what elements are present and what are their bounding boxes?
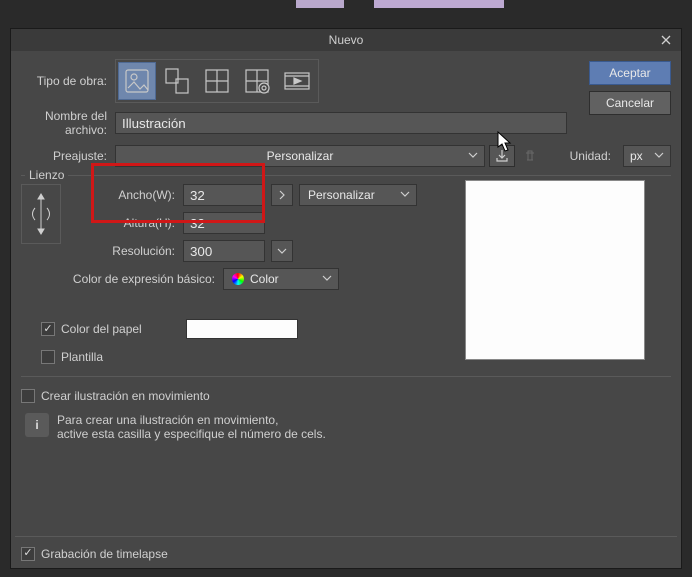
color-mode-label: Color de expresión básico: — [67, 272, 217, 286]
color-wheel-icon — [232, 273, 244, 285]
animation-help-1: Para crear una ilustración en movimiento… — [57, 413, 326, 427]
canvas-legend: Lienzo — [25, 168, 68, 182]
close-icon[interactable] — [657, 31, 675, 49]
template-checkbox[interactable] — [41, 350, 55, 364]
chevron-down-icon — [400, 188, 410, 202]
cancel-button[interactable]: Cancelar — [589, 91, 671, 115]
canvas-preset-value: Personalizar — [308, 188, 375, 202]
preset-value: Personalizar — [267, 149, 334, 163]
canvas-preview — [465, 180, 645, 360]
width-label: Ancho(W): — [67, 188, 177, 202]
canvas-preset-select[interactable]: Personalizar — [299, 184, 417, 206]
ok-button[interactable]: Aceptar — [589, 61, 671, 85]
orientation-toggle[interactable] — [21, 184, 61, 244]
chevron-down-icon — [654, 149, 664, 163]
height-label: Altura(H): — [67, 216, 177, 230]
filename-label: Nombre del archivo: — [21, 109, 115, 137]
timelapse-checkbox[interactable] — [21, 547, 35, 561]
animation-checkbox[interactable] — [21, 389, 35, 403]
work-type-toolbar — [115, 59, 319, 103]
illustration-icon[interactable] — [118, 62, 156, 100]
titlebar: Nuevo — [11, 29, 681, 51]
info-icon: i — [25, 413, 49, 437]
animation-icon[interactable] — [278, 62, 316, 100]
paper-color-well[interactable] — [186, 319, 298, 339]
unit-label: Unidad: — [570, 149, 619, 163]
dialog-title: Nuevo — [329, 33, 364, 47]
chevron-down-icon — [468, 149, 478, 163]
animation-help-2: active esta casilla y especifique el núm… — [57, 427, 326, 441]
animation-label: Crear ilustración en movimiento — [41, 389, 210, 403]
resolution-input[interactable] — [183, 240, 265, 262]
work-type-label: Tipo de obra: — [21, 74, 115, 88]
paper-color-checkbox[interactable] — [41, 322, 55, 336]
resolution-label: Resolución: — [67, 244, 177, 258]
width-next-button[interactable] — [271, 184, 293, 206]
unit-value: px — [630, 149, 643, 163]
resolution-dropdown-button[interactable] — [271, 240, 293, 262]
color-mode-select[interactable]: Color — [223, 268, 339, 290]
template-label: Plantilla — [61, 350, 103, 364]
preset-select[interactable]: Personalizar — [115, 145, 485, 167]
paper-color-label: Color del papel — [61, 322, 142, 336]
webtoon-icon[interactable] — [158, 62, 196, 100]
chevron-down-icon — [322, 272, 332, 286]
width-input[interactable] — [183, 184, 265, 206]
unit-select[interactable]: px — [623, 145, 671, 167]
new-dialog: Nuevo Aceptar Cancelar Tipo de obra: — [10, 28, 682, 569]
preset-label: Preajuste: — [21, 149, 115, 163]
filename-input[interactable] — [115, 112, 567, 134]
timelapse-label: Grabación de timelapse — [41, 547, 168, 561]
delete-preset-button[interactable] — [517, 145, 543, 167]
save-preset-button[interactable] — [489, 145, 515, 167]
comic-icon[interactable] — [198, 62, 236, 100]
color-mode-value: Color — [250, 272, 279, 286]
comic-settings-icon[interactable] — [238, 62, 276, 100]
height-input[interactable] — [183, 212, 265, 234]
